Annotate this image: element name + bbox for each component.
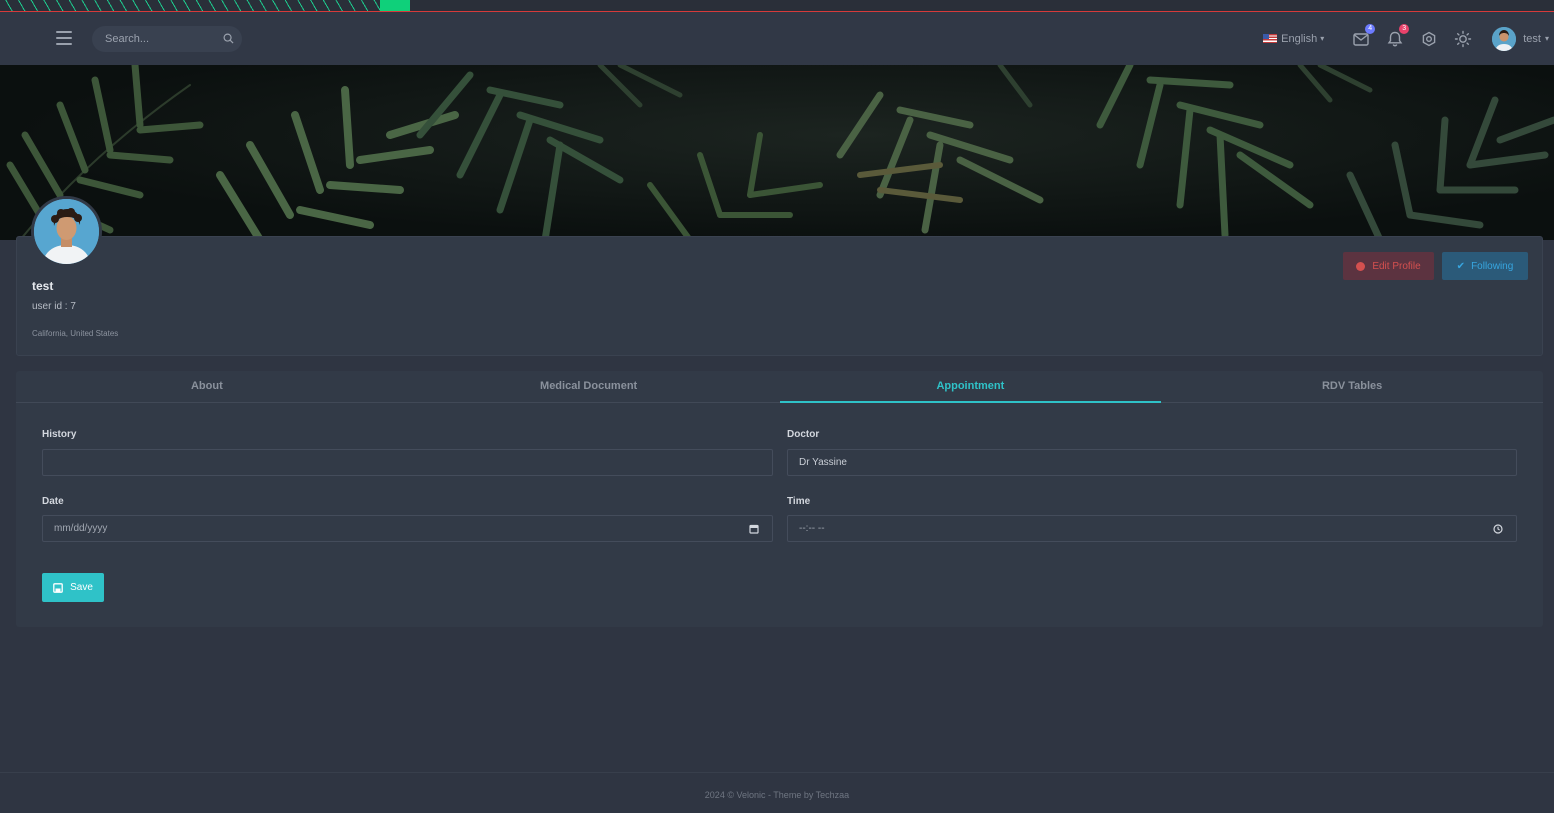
- date-field-wrapper: [42, 515, 773, 542]
- history-input[interactable]: [43, 450, 772, 475]
- language-selector[interactable]: English ▾: [1263, 33, 1324, 45]
- check-icon: ✔: [1456, 260, 1466, 272]
- settings-button[interactable]: [1419, 29, 1439, 49]
- tab-rdv-tables[interactable]: RDV Tables: [1161, 371, 1543, 402]
- topbar: English ▾ 4 3: [0, 12, 1554, 65]
- hamburger-menu-icon[interactable]: [56, 31, 72, 45]
- clock-icon[interactable]: [1493, 524, 1503, 534]
- date-label: Date: [42, 496, 64, 507]
- language-label: English: [1281, 32, 1318, 45]
- save-label: Save: [70, 582, 93, 593]
- time-label: Time: [787, 496, 811, 507]
- profile-name: test: [32, 279, 54, 293]
- footer: 2024 © Velonic - Theme by Techzaa: [0, 772, 1554, 813]
- theme-toggle-button[interactable]: [1453, 29, 1473, 49]
- user-name: test: [1523, 32, 1541, 45]
- floppy-disk-icon: [53, 582, 63, 593]
- progress-stripes: [0, 0, 410, 11]
- edit-profile-label: Edit Profile: [1372, 260, 1421, 272]
- avatar: [1492, 26, 1517, 51]
- edit-profile-button[interactable]: Edit Profile: [1343, 252, 1434, 280]
- history-field-wrapper: [42, 449, 773, 476]
- time-input[interactable]: [788, 516, 1516, 541]
- time-field-wrapper: [787, 515, 1517, 542]
- chevron-down-icon: ▾: [1320, 34, 1325, 43]
- tab-appointment[interactable]: Appointment: [779, 371, 1162, 403]
- search-icon[interactable]: [223, 33, 234, 44]
- search-input[interactable]: [92, 26, 212, 52]
- search-box: [92, 26, 242, 52]
- calendar-icon[interactable]: [749, 524, 759, 534]
- footer-text: 2024 © Velonic - Theme by Techzaa: [704, 790, 850, 800]
- edit-icon: [1356, 261, 1366, 271]
- topbar-actions: English ▾ 4 3 test ▾: [1263, 12, 1554, 65]
- following-button[interactable]: ✔ Following: [1442, 252, 1528, 280]
- profile-avatar: [31, 196, 102, 267]
- messages-button[interactable]: 4: [1351, 23, 1376, 49]
- profile-tabs: About Medical Document Appointment RDV T…: [16, 371, 1543, 403]
- gear-icon: [1422, 31, 1436, 46]
- progress-fill: [380, 0, 410, 11]
- user-menu[interactable]: test ▾: [1492, 26, 1549, 51]
- us-flag-icon: [1263, 34, 1278, 43]
- doctor-input[interactable]: [788, 450, 1516, 475]
- chevron-down-icon: ▾: [1544, 34, 1549, 43]
- notifications-badge: 3: [1399, 23, 1410, 34]
- notifications-button[interactable]: 3: [1385, 23, 1410, 49]
- tab-medical-document[interactable]: Medical Document: [398, 371, 780, 402]
- page-load-progress: [0, 0, 1554, 12]
- doctor-field-wrapper: [787, 449, 1517, 476]
- messages-badge: 4: [1365, 23, 1376, 34]
- following-label: Following: [1471, 260, 1514, 272]
- date-input[interactable]: [43, 516, 772, 541]
- profile-user-id: user id : 7: [32, 301, 76, 312]
- tab-about[interactable]: About: [16, 371, 398, 402]
- sun-icon: [1455, 30, 1472, 47]
- doctor-label: Doctor: [787, 429, 820, 440]
- profile-card: test user id : 7 California, United Stat…: [16, 236, 1543, 356]
- save-button[interactable]: Save: [42, 573, 104, 602]
- profile-cover-image: [0, 65, 1554, 240]
- appointment-card: About Medical Document Appointment RDV T…: [16, 371, 1543, 627]
- history-label: History: [42, 429, 77, 440]
- profile-location: California, United States: [32, 329, 119, 338]
